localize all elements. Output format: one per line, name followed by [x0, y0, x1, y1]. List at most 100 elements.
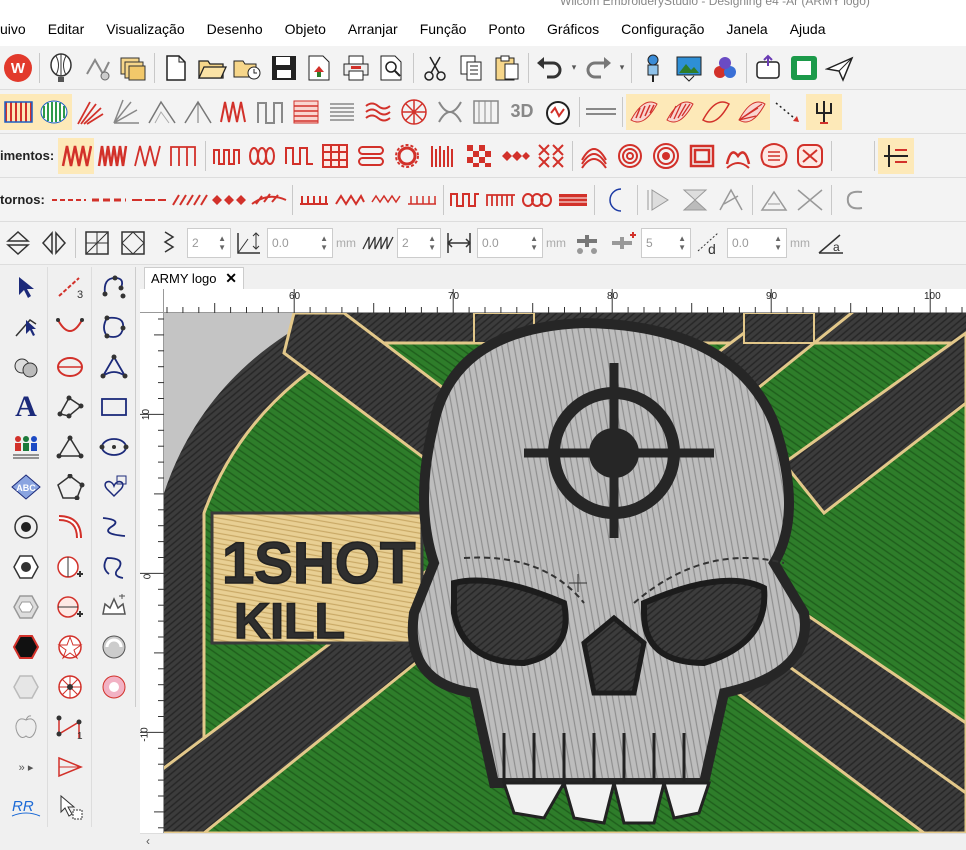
offset-icon[interactable]: d [691, 225, 727, 261]
undo-icon[interactable] [532, 50, 568, 86]
outline-triple-icon[interactable] [89, 182, 129, 218]
density-a-icon[interactable] [569, 225, 605, 261]
fill-loops-icon[interactable] [245, 138, 281, 174]
menu-funcao[interactable]: Função [409, 21, 478, 37]
triangle-nodes-icon[interactable] [48, 427, 92, 467]
freehand-closed-icon[interactable] [92, 547, 136, 587]
freehand-open-icon[interactable] [92, 507, 136, 547]
menu-editar[interactable]: Editar [37, 21, 96, 37]
spin-arrows-icon[interactable]: ▲ ▼ [218, 234, 226, 252]
angle-a-icon[interactable]: a [813, 225, 849, 261]
fill-arcs-icon[interactable] [576, 138, 612, 174]
picture-icon[interactable] [671, 50, 707, 86]
outline-opt-e-icon[interactable] [792, 182, 828, 218]
menu-desenho[interactable]: Desenho [196, 21, 274, 37]
menu-objeto[interactable]: Objeto [274, 21, 337, 37]
density-b-icon[interactable] [605, 225, 641, 261]
fill-motif-c-icon[interactable] [792, 138, 828, 174]
outline-feather-icon[interactable] [249, 182, 289, 218]
outline-opt-c-icon[interactable] [713, 182, 749, 218]
team-names-icon[interactable] [4, 427, 48, 467]
angle-line-icon[interactable] [144, 94, 180, 130]
cut-icon[interactable] [417, 50, 453, 86]
hoop-stitch-icon[interactable] [540, 94, 576, 130]
hexagon-icon[interactable] [4, 547, 48, 587]
outline-bean-icon[interactable] [519, 182, 555, 218]
white-hexagon-icon[interactable] [4, 667, 48, 707]
curve-shape-icon[interactable] [92, 347, 136, 387]
scroll-left-icon[interactable]: ‹ [146, 834, 150, 848]
wave-fill-icon[interactable] [360, 94, 396, 130]
outline-blanket-icon[interactable] [296, 182, 332, 218]
path-nodes-icon[interactable]: 1 [48, 707, 92, 747]
split-grid-icon[interactable] [79, 225, 115, 261]
run-line-icon[interactable]: 3 [48, 267, 92, 307]
select-arrow-icon[interactable] [4, 267, 48, 307]
shape-icon[interactable] [4, 587, 48, 627]
fill-square-icon[interactable] [281, 138, 317, 174]
green-square-icon[interactable] [786, 50, 822, 86]
fill-cross-icon[interactable] [533, 138, 569, 174]
radial-target-icon[interactable] [48, 667, 92, 707]
horizontal-scrollbar[interactable]: ‹ [140, 833, 966, 850]
menu-arranjar[interactable]: Arranjar [337, 21, 409, 37]
close-icon[interactable]: ✕ [225, 270, 237, 287]
fill-square-wave-icon[interactable] [166, 138, 202, 174]
stitch-player-icon[interactable] [4, 347, 48, 387]
fill-contour-icon[interactable] [684, 138, 720, 174]
design-canvas[interactable]: 1SHOT KILL [164, 313, 966, 833]
pipe-bend-icon[interactable] [48, 507, 92, 547]
undo-dropdown-icon[interactable]: ▾ [568, 50, 580, 86]
polygon-nodes-icon[interactable] [48, 387, 92, 427]
fill-pills-icon[interactable] [353, 138, 389, 174]
fill-target-icon[interactable] [648, 138, 684, 174]
outline-satin-bar-icon[interactable] [555, 182, 591, 218]
menu-ajuda[interactable]: Ajuda [779, 21, 837, 37]
spiral-fill-icon[interactable] [432, 94, 468, 130]
width-icon[interactable] [441, 225, 477, 261]
closed-curve-icon[interactable] [92, 307, 136, 347]
spacing-count-spinner[interactable]: 2 ▲ ▼ [397, 228, 441, 258]
fill-spiral-icon[interactable] [612, 138, 648, 174]
more-icon[interactable]: » ▸ [4, 747, 48, 787]
pattern-icon[interactable] [359, 225, 397, 261]
fill-dense-satin-icon[interactable] [94, 138, 130, 174]
curve-nodes-icon[interactable] [92, 267, 136, 307]
arc-run-icon[interactable] [48, 307, 92, 347]
design-library-icon[interactable] [115, 50, 151, 86]
menu-arquivo[interactable]: uivo [0, 21, 37, 37]
apple-icon[interactable] [4, 707, 48, 747]
fill-checker-icon[interactable] [461, 138, 497, 174]
diamond-frame-icon[interactable] [115, 225, 151, 261]
monogram-icon[interactable]: ABC [4, 467, 48, 507]
spin-arrows-icon[interactable]: ▲ ▼ [530, 234, 538, 252]
stitch-count-spinner[interactable]: 2 ▲ ▼ [187, 228, 231, 258]
pointer-plus-icon[interactable] [48, 787, 92, 827]
applique-icon[interactable] [92, 587, 136, 627]
fill-waffle-icon[interactable] [317, 138, 353, 174]
outline-zigzag-icon[interactable] [332, 182, 368, 218]
outline-moon-icon[interactable] [598, 182, 634, 218]
tab-army-logo[interactable]: ARMY logo ✕ [144, 267, 244, 289]
puffy-icon[interactable] [92, 667, 136, 707]
rr-logo-icon[interactable]: RR [4, 787, 48, 827]
moon-icon[interactable] [835, 138, 871, 174]
fill-fringe-icon[interactable] [425, 138, 461, 174]
flip-vertical-icon[interactable] [0, 225, 36, 261]
outline-leaf-icon[interactable] [698, 93, 734, 130]
fill-zigzag-wave-icon[interactable] [209, 138, 245, 174]
circle-icon[interactable] [4, 507, 48, 547]
3d-icon[interactable]: 3D [504, 94, 540, 130]
arrow-triangle-icon[interactable] [48, 747, 92, 787]
stitch-tools-icon[interactable] [79, 50, 115, 86]
menu-graficos[interactable]: Gráficos [536, 21, 610, 37]
fan-leaf-icon[interactable] [734, 93, 770, 130]
fill-gear-icon[interactable] [389, 138, 425, 174]
reshape-icon[interactable] [4, 307, 48, 347]
fill-ellipse-icon[interactable] [36, 93, 72, 130]
redo-icon[interactable] [580, 50, 616, 86]
spacing-icon[interactable] [231, 225, 267, 261]
menu-configuracao[interactable]: Configuração [610, 21, 715, 37]
color-balls-icon[interactable] [707, 50, 743, 86]
outline-comb-icon[interactable] [404, 182, 440, 218]
